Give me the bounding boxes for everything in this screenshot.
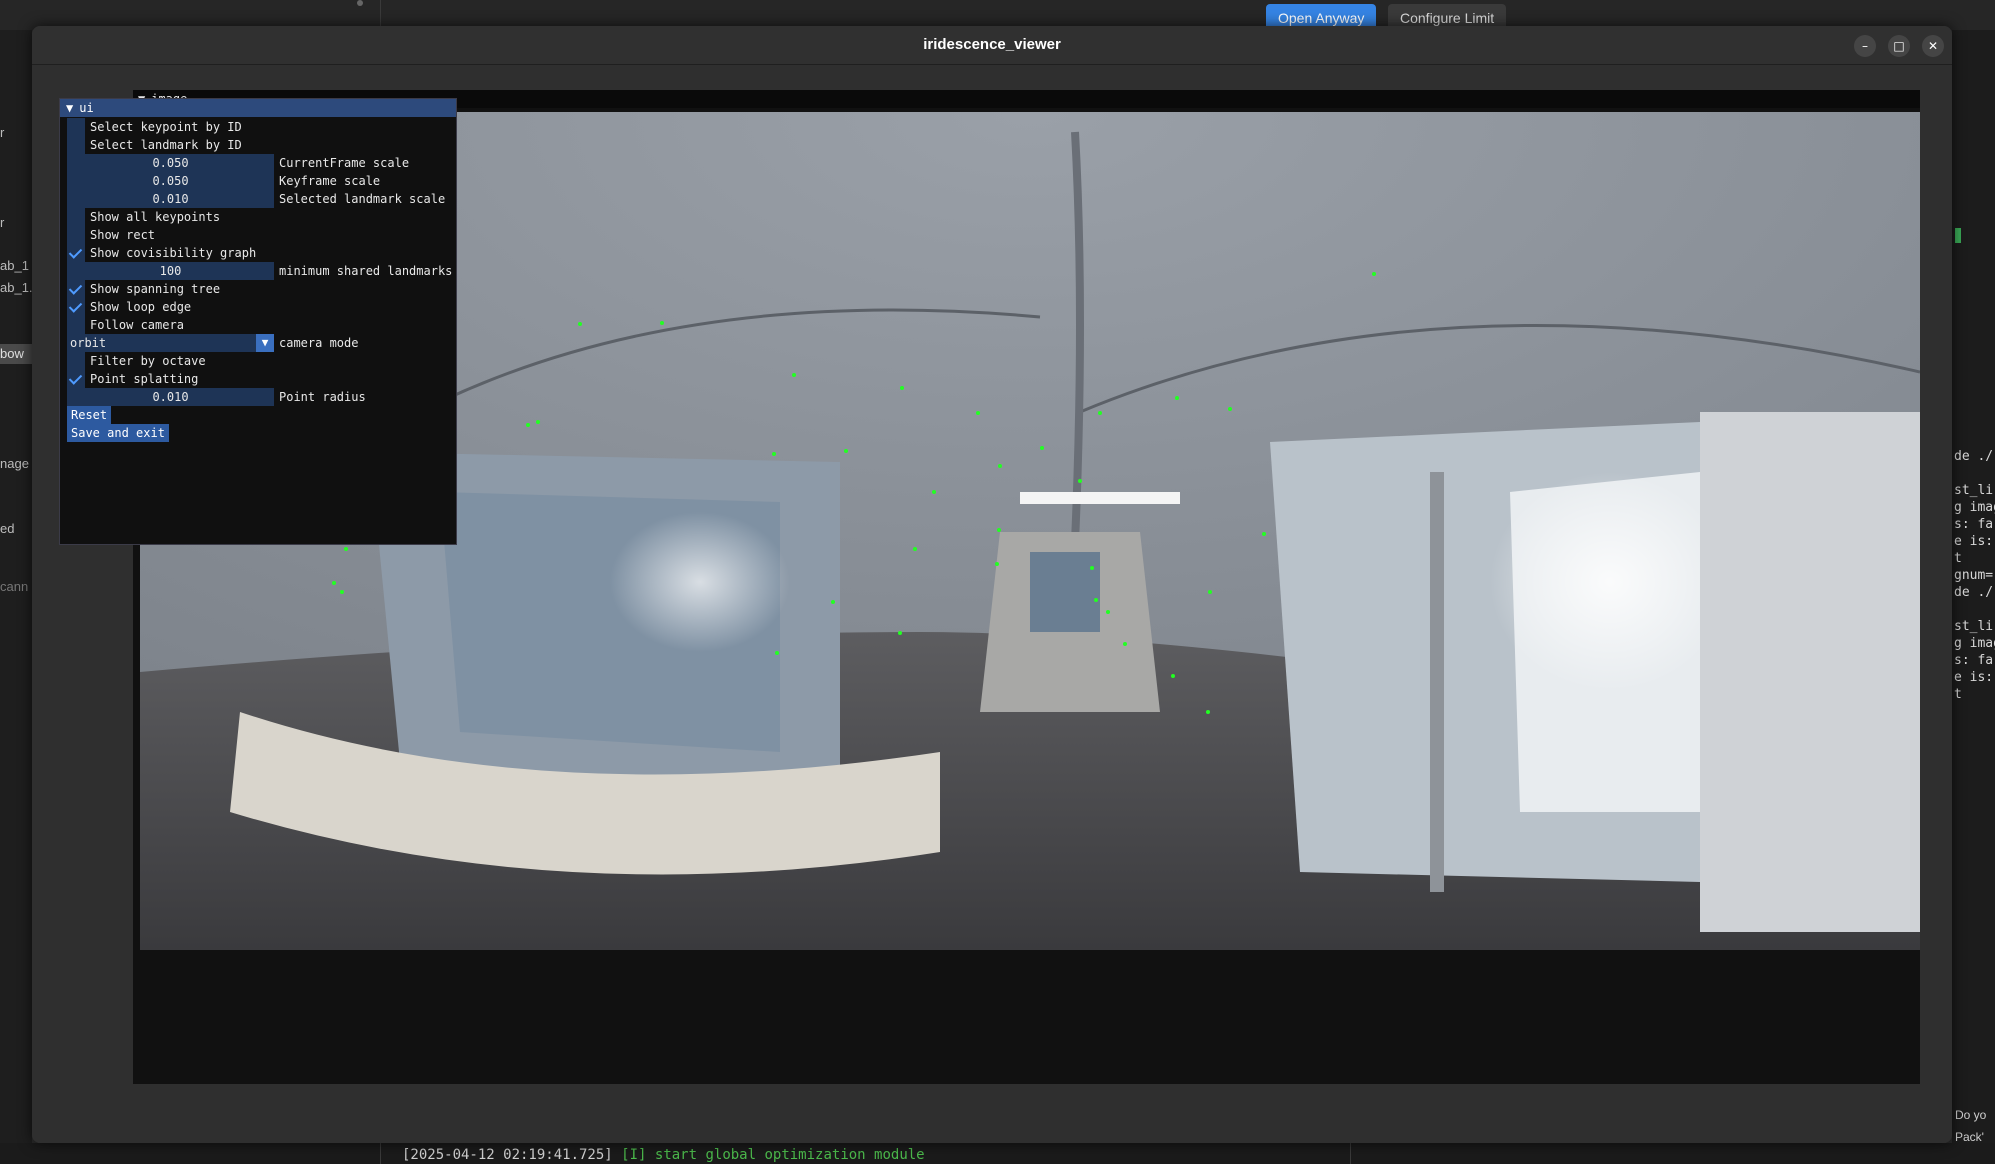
- show-rect-row[interactable]: Show rect: [67, 225, 155, 245]
- background-log-bar: [0, 1143, 1995, 1164]
- show-loop-edge-row[interactable]: Show loop edge: [67, 297, 191, 317]
- terminal-line: t: [1954, 551, 1962, 566]
- show-covisibility-graph-checkbox[interactable]: [67, 244, 85, 262]
- window-titlebar[interactable]: iridescence_viewer – □ ✕: [32, 26, 1952, 65]
- terminal-line: g imag: [1954, 500, 1995, 515]
- selected-landmark-scale-row: 0.010 Selected landmark scale: [67, 189, 445, 209]
- min-shared-landmarks-row: 100 minimum shared landmarks: [67, 261, 452, 281]
- reset-row: Reset: [67, 405, 112, 425]
- save-exit-row: Save and exit: [67, 423, 169, 443]
- select-landmark-label: Select landmark by ID: [90, 138, 242, 152]
- point-splatting-label: Point splatting: [90, 372, 199, 386]
- sidebar-item[interactable]: r: [0, 215, 32, 230]
- point-radius-input[interactable]: 0.010: [67, 388, 274, 406]
- terminal-line: s: fa: [1954, 517, 1994, 532]
- camera-mode-value: orbit: [70, 336, 107, 350]
- select-landmark-row[interactable]: Select landmark by ID: [67, 135, 242, 155]
- background-text: Pack': [1955, 1130, 1984, 1144]
- select-keypoint-label: Select keypoint by ID: [90, 120, 242, 134]
- close-icon[interactable]: ✕: [1922, 35, 1944, 57]
- background-left-sidebar: [0, 30, 32, 1164]
- ui-panel-title: ui: [79, 101, 94, 115]
- log-message: start global optimization module: [654, 1147, 925, 1163]
- point-splatting-checkbox[interactable]: [67, 370, 85, 388]
- reset-button[interactable]: Reset: [67, 406, 112, 424]
- scroll-marker: [1955, 228, 1961, 243]
- sidebar-item[interactable]: r: [0, 125, 32, 140]
- log-timestamp: [2025-04-12 02:19:41.725]: [402, 1147, 613, 1163]
- show-all-keypoints-row[interactable]: Show all keypoints: [67, 207, 220, 227]
- show-all-keypoints-checkbox[interactable]: [67, 208, 85, 226]
- maximize-icon[interactable]: □: [1888, 35, 1910, 57]
- sidebar-item[interactable]: ab_1.: [0, 280, 32, 295]
- point-radius-row: 0.010 Point radius: [67, 387, 366, 407]
- select-landmark-checkbox[interactable]: [67, 136, 85, 154]
- show-rect-label: Show rect: [90, 228, 156, 242]
- ui-panel: ▼ ui Select keypoint by ID Select landmar…: [59, 98, 457, 545]
- divider: [1350, 1143, 1351, 1164]
- show-spanning-tree-checkbox[interactable]: [67, 280, 85, 298]
- terminal-line: s: fa: [1954, 653, 1994, 668]
- follow-camera-label: Follow camera: [90, 318, 184, 332]
- filter-by-octave-checkbox[interactable]: [67, 352, 85, 370]
- terminal-line: de ./: [1954, 449, 1994, 464]
- select-keypoint-checkbox[interactable]: [67, 118, 85, 136]
- follow-camera-row[interactable]: Follow camera: [67, 315, 184, 335]
- show-rect-checkbox[interactable]: [67, 226, 85, 244]
- terminal-line: st_li: [1954, 483, 1994, 498]
- sidebar-item[interactable]: ed: [0, 521, 32, 536]
- terminal-line: gnum=: [1954, 568, 1994, 583]
- log-level: [I]: [621, 1147, 647, 1163]
- terminal-line: e is:: [1954, 534, 1994, 549]
- show-loop-edge-label: Show loop edge: [90, 300, 192, 314]
- window-title: iridescence_viewer: [923, 36, 1061, 53]
- camera-mode-label: camera mode: [279, 336, 359, 350]
- selected-landmark-scale-label: Selected landmark scale: [279, 192, 446, 206]
- filter-by-octave-label: Filter by octave: [90, 354, 206, 368]
- terminal-line: st_li: [1954, 619, 1994, 634]
- min-shared-landmarks-label: minimum shared landmarks: [279, 264, 453, 278]
- keyframe-scale-label: Keyframe scale: [279, 174, 381, 188]
- sidebar-item[interactable]: cann: [0, 579, 32, 594]
- status-dot: [357, 0, 363, 6]
- save-and-exit-button[interactable]: Save and exit: [67, 424, 169, 442]
- terminal-line: t: [1954, 687, 1962, 702]
- chevron-down-icon[interactable]: ▼: [256, 334, 274, 352]
- show-spanning-tree-label: Show spanning tree: [90, 282, 221, 296]
- selected-landmark-scale-input[interactable]: 0.010: [67, 190, 274, 208]
- current-frame-scale-input[interactable]: 0.050: [67, 154, 274, 172]
- show-spanning-tree-row[interactable]: Show spanning tree: [67, 279, 220, 299]
- keyframe-scale-input[interactable]: 0.050: [67, 172, 274, 190]
- filter-by-octave-row[interactable]: Filter by octave: [67, 351, 206, 371]
- point-splatting-row[interactable]: Point splatting: [67, 369, 198, 389]
- keyframe-scale-row: 0.050 Keyframe scale: [67, 171, 380, 191]
- current-frame-scale-label: CurrentFrame scale: [279, 156, 410, 170]
- show-covisibility-graph-row[interactable]: Show covisibility graph: [67, 243, 256, 263]
- camera-mode-row: orbit ▼ camera mode: [67, 333, 358, 353]
- collapse-icon[interactable]: ▼: [66, 101, 73, 115]
- min-shared-landmarks-input[interactable]: 100: [67, 262, 274, 280]
- minimize-icon[interactable]: –: [1854, 35, 1876, 57]
- ui-panel-header[interactable]: ▼ ui: [60, 99, 456, 117]
- terminal-line: de ./: [1954, 585, 1994, 600]
- show-loop-edge-checkbox[interactable]: [67, 298, 85, 316]
- camera-mode-select[interactable]: orbit ▼: [67, 334, 274, 352]
- sidebar-item-selected[interactable]: bow: [0, 344, 32, 364]
- terminal-line: e is:: [1954, 670, 1994, 685]
- show-covisibility-graph-label: Show covisibility graph: [90, 246, 257, 260]
- show-all-keypoints-label: Show all keypoints: [90, 210, 221, 224]
- select-keypoint-row[interactable]: Select keypoint by ID: [67, 117, 242, 137]
- divider: [380, 1143, 381, 1164]
- terminal-line: g imag: [1954, 636, 1995, 651]
- sidebar-item[interactable]: nage: [0, 456, 32, 471]
- current-frame-scale-row: 0.050 CurrentFrame scale: [67, 153, 409, 173]
- point-radius-label: Point radius: [279, 390, 366, 404]
- follow-camera-checkbox[interactable]: [67, 316, 85, 334]
- log-line: [2025-04-12 02:19:41.725] [I] start glob…: [402, 1147, 925, 1163]
- sidebar-item[interactable]: ab_1: [0, 258, 32, 273]
- background-text: Do yo: [1955, 1108, 1987, 1122]
